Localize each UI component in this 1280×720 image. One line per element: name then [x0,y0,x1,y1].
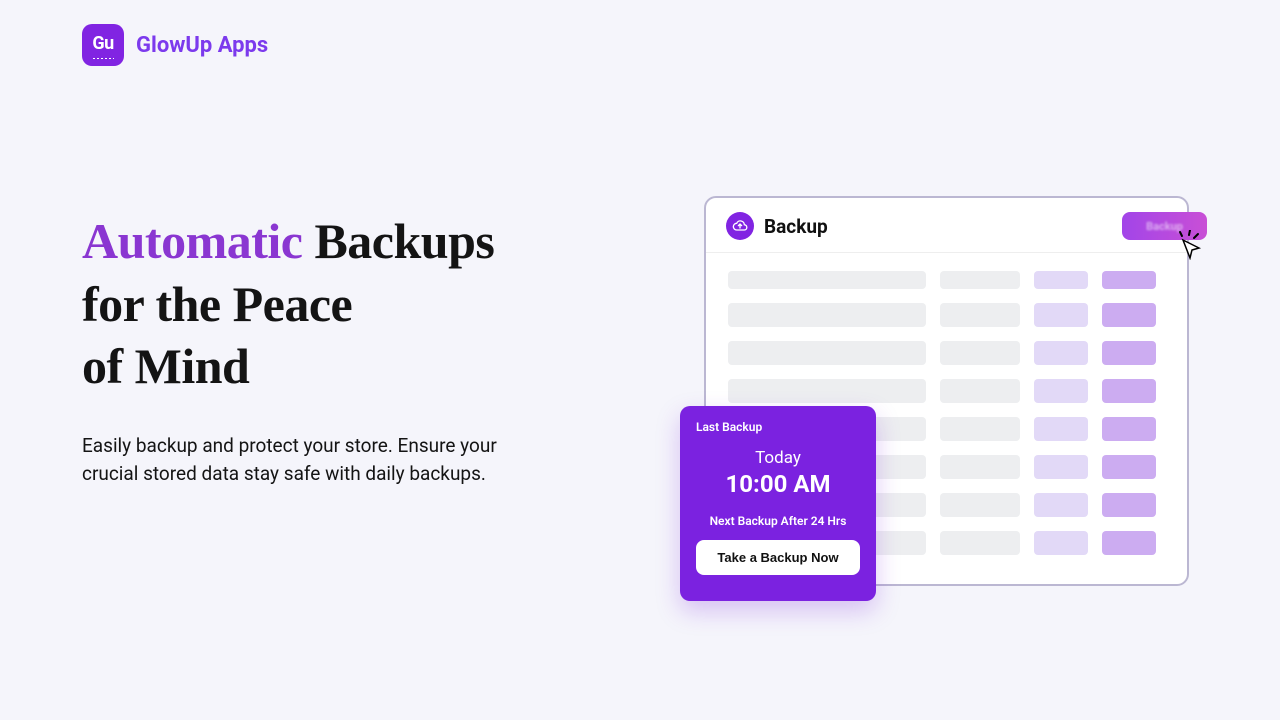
cursor-click-icon [1175,230,1205,260]
panel-header: Backup Backup [706,198,1187,253]
table-row [728,379,1165,403]
next-backup-label: Next Backup After 24 Hrs [696,514,860,528]
brand-logo: Gu GlowUp Apps [82,24,268,66]
last-backup-card: Last Backup Today 10:00 AM Next Backup A… [680,406,876,601]
hero-subtext: Easily backup and protect your store. En… [82,432,542,489]
last-backup-time: 10:00 AM [696,470,860,498]
table-row [728,341,1165,365]
table-row [728,271,1165,289]
hero-headline: Automatic Backups for the Peace of Mind [82,210,602,398]
cloud-upload-icon [726,212,754,240]
take-backup-now-button[interactable]: Take a Backup Now [696,540,860,575]
last-backup-label: Last Backup [696,420,860,434]
hero-headline-accent: Automatic [82,213,302,269]
panel-title: Backup [764,215,828,238]
brand-logo-abbrev: Gu [92,33,113,54]
brand-name: GlowUp Apps [136,33,268,58]
hero-section: Automatic Backups for the Peace of Mind … [82,210,602,489]
last-backup-date: Today [696,448,860,468]
brand-logo-mark: Gu [82,24,124,66]
table-row [728,303,1165,327]
